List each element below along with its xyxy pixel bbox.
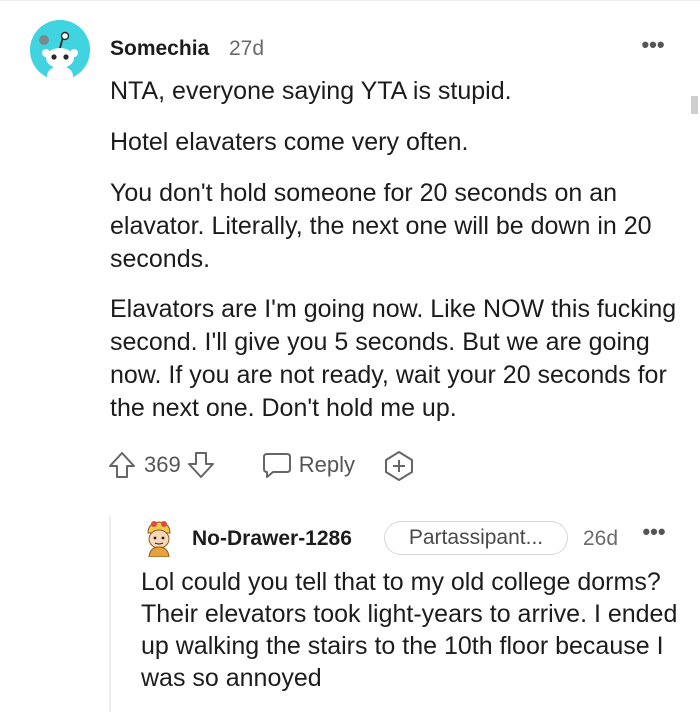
user-flair: Partassipant... bbox=[384, 521, 568, 555]
reply-button[interactable]: Reply bbox=[261, 450, 355, 480]
reply-label: Reply bbox=[298, 452, 355, 477]
reply-age: 26d bbox=[583, 527, 619, 550]
arrow-up-icon[interactable] bbox=[108, 450, 136, 480]
comment-author[interactable]: Somechia bbox=[110, 37, 209, 61]
cartoon-avatar-icon bbox=[147, 521, 171, 558]
comment-age: 27d bbox=[229, 37, 265, 60]
more-dots-icon[interactable]: ••• bbox=[638, 34, 668, 62]
comment-paragraph: NTA, everyone saying YTA is stupid. bbox=[110, 77, 512, 105]
comment-paragraph: Hotel elavaters come very often. bbox=[110, 128, 469, 156]
snoo-avatar-icon bbox=[30, 20, 90, 80]
vote-count: 369 bbox=[144, 452, 181, 477]
comment-actions: 369 Reply bbox=[108, 447, 413, 483]
top-divider bbox=[0, 0, 700, 1]
reply-avatar[interactable] bbox=[142, 519, 176, 558]
speech-bubble-icon bbox=[261, 450, 291, 480]
user-avatar[interactable] bbox=[30, 20, 90, 80]
reply-author[interactable]: No-Drawer-1286 bbox=[192, 527, 352, 551]
scrollbar-thumb[interactable] bbox=[691, 96, 698, 114]
more-dots-icon[interactable]: ••• bbox=[639, 521, 669, 545]
reply-text: Lol could you tell that to my old colleg… bbox=[141, 568, 678, 692]
award-button[interactable] bbox=[383, 450, 413, 481]
arrow-down-icon[interactable] bbox=[187, 450, 215, 480]
thread-line[interactable] bbox=[109, 515, 111, 712]
comment-paragraph: Elavators are I'm going now. Like NOW th… bbox=[110, 295, 677, 422]
comment-paragraph: You don't hold someone for 20 seconds on… bbox=[110, 179, 652, 273]
award-icon bbox=[383, 450, 413, 481]
